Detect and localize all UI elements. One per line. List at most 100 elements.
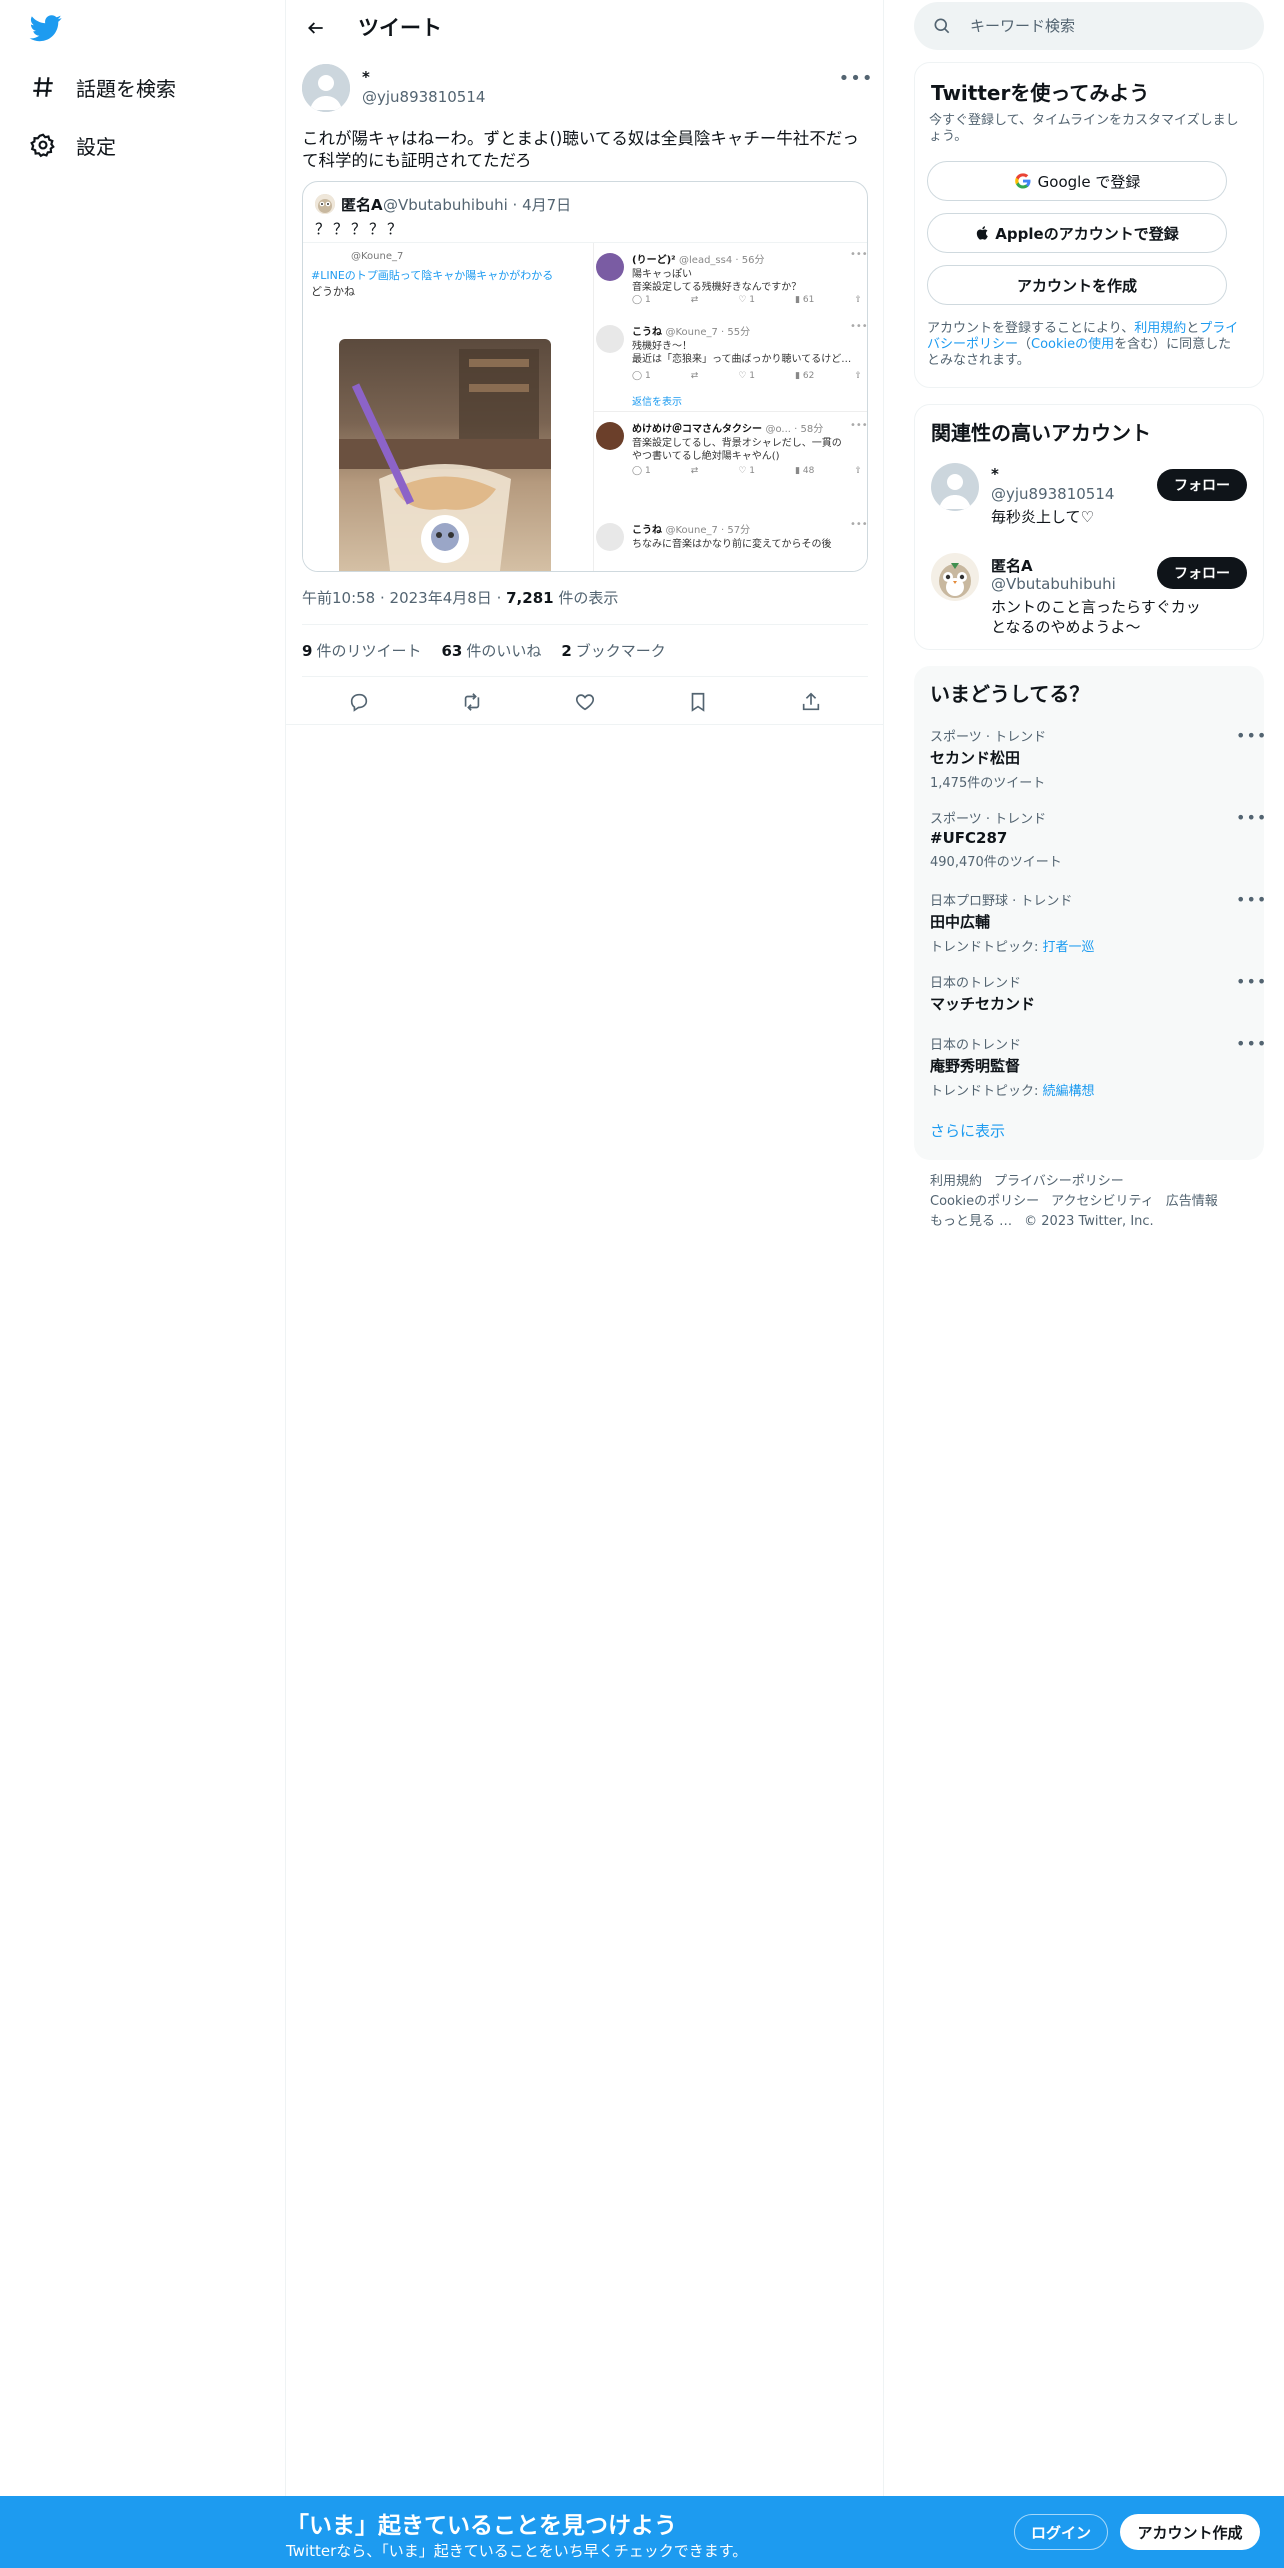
reply-actions: ◯ 1 ⇄ ♡ 1 ▮ 62 ⇧	[632, 371, 862, 381]
google-icon	[1014, 173, 1031, 189]
more-dots-icon[interactable]: •••	[1236, 1034, 1267, 1053]
trend-item[interactable]: 日本のトレンド 庵野秀明監督 トレンドトピック: 続編構想 •••	[930, 1034, 1266, 1099]
trend-item[interactable]: スポーツ · トレンド #UFC287 490,470件のツイート •••	[930, 808, 1266, 870]
views-count: 7,281	[506, 589, 554, 607]
media-hashtag: #LINEのトプ画貼って陰キャか陽キャかがわかる	[311, 269, 554, 282]
nav-settings[interactable]: 設定	[28, 125, 116, 165]
footer-accessibility[interactable]: アクセシビリティ	[1051, 1194, 1154, 1209]
tweet-time[interactable]: 午前10:58	[302, 589, 375, 607]
default-avatar-icon	[931, 463, 979, 511]
more-dots-icon[interactable]: •••	[1236, 808, 1267, 827]
retweets-stat[interactable]: 9 件のリツイート	[302, 640, 421, 661]
tweet-date[interactable]: 2023年4月8日	[390, 589, 492, 607]
author-name[interactable]: *	[362, 68, 370, 86]
related-handle[interactable]: @Vbutabuhibuhi	[991, 575, 1116, 593]
media-reply: こうね @Koune_7 · 57分 ••• ちなみに音楽はかなり前に変えてから…	[594, 519, 867, 559]
likes-stat[interactable]: 63 件のいいね	[441, 640, 541, 661]
bottom-bar-title: 「いま」起きていることを見つけよう	[286, 2513, 677, 2539]
related-handle[interactable]: @yju893810514	[991, 485, 1114, 503]
quote-author-name: 匿名A	[341, 196, 383, 214]
trend-name: 庵野秀明監督	[930, 1057, 1021, 1075]
bookmarks-stat[interactable]: 2 ブックマーク	[561, 640, 665, 661]
trend-category: スポーツ · トレンド	[930, 812, 1047, 827]
apple-icon	[977, 226, 989, 240]
login-button[interactable]: ログイン	[1014, 2514, 1108, 2550]
avatar[interactable]	[931, 553, 979, 601]
trend-topic-link[interactable]: 続編構想	[1043, 1084, 1095, 1099]
quote-avatar	[315, 194, 335, 214]
trend-count: トレンドトピック: 打者一巡	[930, 940, 1095, 955]
trends-card: いまどうしてる？ スポーツ · トレンド セカンド松田 1,475件のツイート …	[914, 666, 1266, 1160]
show-more-link[interactable]: さらに表示	[930, 1120, 1005, 1141]
reply-avatar	[596, 523, 624, 551]
reply-button[interactable]	[341, 684, 377, 720]
search-icon	[934, 18, 950, 34]
trend-count: 1,475件のツイート	[930, 776, 1046, 791]
footer-privacy[interactable]: プライバシーポリシー	[994, 1174, 1124, 1189]
trend-category: 日本プロ野球 · トレンド	[930, 894, 1073, 909]
footer-terms[interactable]: 利用規約	[930, 1174, 982, 1189]
footer-ads[interactable]: 広告情報	[1166, 1194, 1218, 1209]
divider	[302, 676, 868, 677]
trend-category: 日本のトレンド	[930, 1038, 1022, 1053]
nav-settings-label: 設定	[76, 134, 116, 159]
related-name[interactable]: 匿名A	[991, 555, 1033, 576]
search-input[interactable]	[970, 14, 1240, 38]
media-reply: (りーど)² @lead_ss4 · 56分 ••• 陽キャっぽい 音楽設定して…	[594, 249, 867, 315]
engagement-stats: 9 件のリツイート 63 件のいいね 2 ブックマーク	[302, 640, 666, 661]
reply-retweet-icon: ⇄	[690, 371, 699, 381]
search-box[interactable]	[914, 2, 1264, 50]
reply-line: やつ書いてるし絶対陽キャやん()	[632, 451, 780, 462]
trend-item[interactable]: 日本プロ野球 · トレンド 田中広輔 トレンドトピック: 打者一巡 •••	[930, 890, 1266, 955]
reply-retweet-icon: ⇄	[690, 295, 699, 305]
default-avatar-icon	[302, 64, 350, 112]
avatar[interactable]	[302, 64, 350, 112]
like-button[interactable]	[567, 684, 603, 720]
trend-item[interactable]: スポーツ · トレンド セカンド松田 1,475件のツイート •••	[930, 726, 1266, 791]
reply-views-count: ▮ 61	[795, 295, 815, 305]
reply-line: 最近は「恋狼来」って曲ばっかり聴いてるけど…	[632, 354, 852, 365]
footer-copyright: © 2023 Twitter, Inc.	[1024, 1214, 1154, 1229]
signup-subtitle: 今すぐ登録して、タイムラインをカスタマイズしましょう。	[929, 113, 1239, 144]
share-button[interactable]	[793, 684, 829, 720]
quote-media-image[interactable]: @Koune_7 #LINEのトプ画貼って陰キャか陽キャかがわかる どうかね (…	[303, 242, 867, 571]
trend-topic-link[interactable]: 打者一巡	[1043, 940, 1095, 955]
google-signup-button[interactable]: Google で登録	[927, 161, 1227, 201]
back-button[interactable]	[300, 12, 332, 44]
bookmark-button[interactable]	[680, 684, 716, 720]
cookie-link[interactable]: Cookieの使用	[1031, 337, 1114, 352]
footer-cookie[interactable]: Cookieのポリシー	[930, 1194, 1039, 1209]
follow-button[interactable]: フォロー	[1157, 469, 1247, 501]
left-sidebar: 話題を検索 設定	[0, 0, 286, 2568]
quoted-tweet[interactable]: 匿名A @Vbutabuhibuhi · 4月7日 ？？？？？ @Koune_7…	[302, 181, 868, 572]
trend-count: トレンドトピック: 続編構想	[930, 1084, 1095, 1099]
retweet-button[interactable]	[454, 684, 490, 720]
more-dots-icon[interactable]: •••	[1236, 890, 1267, 909]
more-options-button[interactable]: •••	[839, 66, 873, 90]
apple-signup-button[interactable]: Appleのアカウントで登録	[927, 213, 1227, 253]
more-dots-icon[interactable]: •••	[1236, 972, 1267, 991]
more-dots-icon[interactable]: •••	[1236, 726, 1267, 745]
reply-actions: ◯ 1 ⇄ ♡ 1 ▮ 48 ⇧	[632, 466, 862, 476]
signup-card: Twitterを使ってみよう 今すぐ登録して、タイムラインをカスタマイズしましょ…	[914, 62, 1264, 388]
terms-link[interactable]: 利用規約	[1134, 321, 1186, 336]
trend-item[interactable]: 日本のトレンド マッチセカンド •••	[930, 972, 1266, 1014]
media-left-handle: @Koune_7	[351, 251, 404, 262]
author-handle[interactable]: @yju893810514	[362, 88, 485, 106]
signup-legal: アカウントを登録することにより、利用規約とプライバシーポリシー（Cookieの使…	[927, 321, 1239, 368]
nav-explore[interactable]: 話題を検索	[28, 67, 176, 107]
related-name[interactable]: *	[991, 465, 999, 483]
reply-like-count: ♡ 1	[738, 371, 756, 381]
signup-button[interactable]: アカウント作成	[1120, 2514, 1260, 2550]
nav-explore-label: 話題を検索	[76, 76, 176, 101]
trend-name: セカンド松田	[930, 749, 1021, 767]
twitter-logo-icon[interactable]	[28, 12, 64, 44]
footer-more[interactable]: もっと見る …	[930, 1214, 1012, 1229]
media-reply: めけめけ＠コマさんタクシー @o... · 58分 ••• 音楽設定してるし、背…	[594, 411, 867, 481]
follow-button[interactable]: フォロー	[1157, 557, 1247, 589]
create-account-button[interactable]: アカウントを作成	[927, 265, 1227, 305]
owl-avatar-icon	[315, 194, 335, 214]
avatar[interactable]	[931, 463, 979, 511]
more-dots-icon: •••	[838, 67, 874, 89]
show-replies-link: 返信を表示	[632, 397, 682, 408]
